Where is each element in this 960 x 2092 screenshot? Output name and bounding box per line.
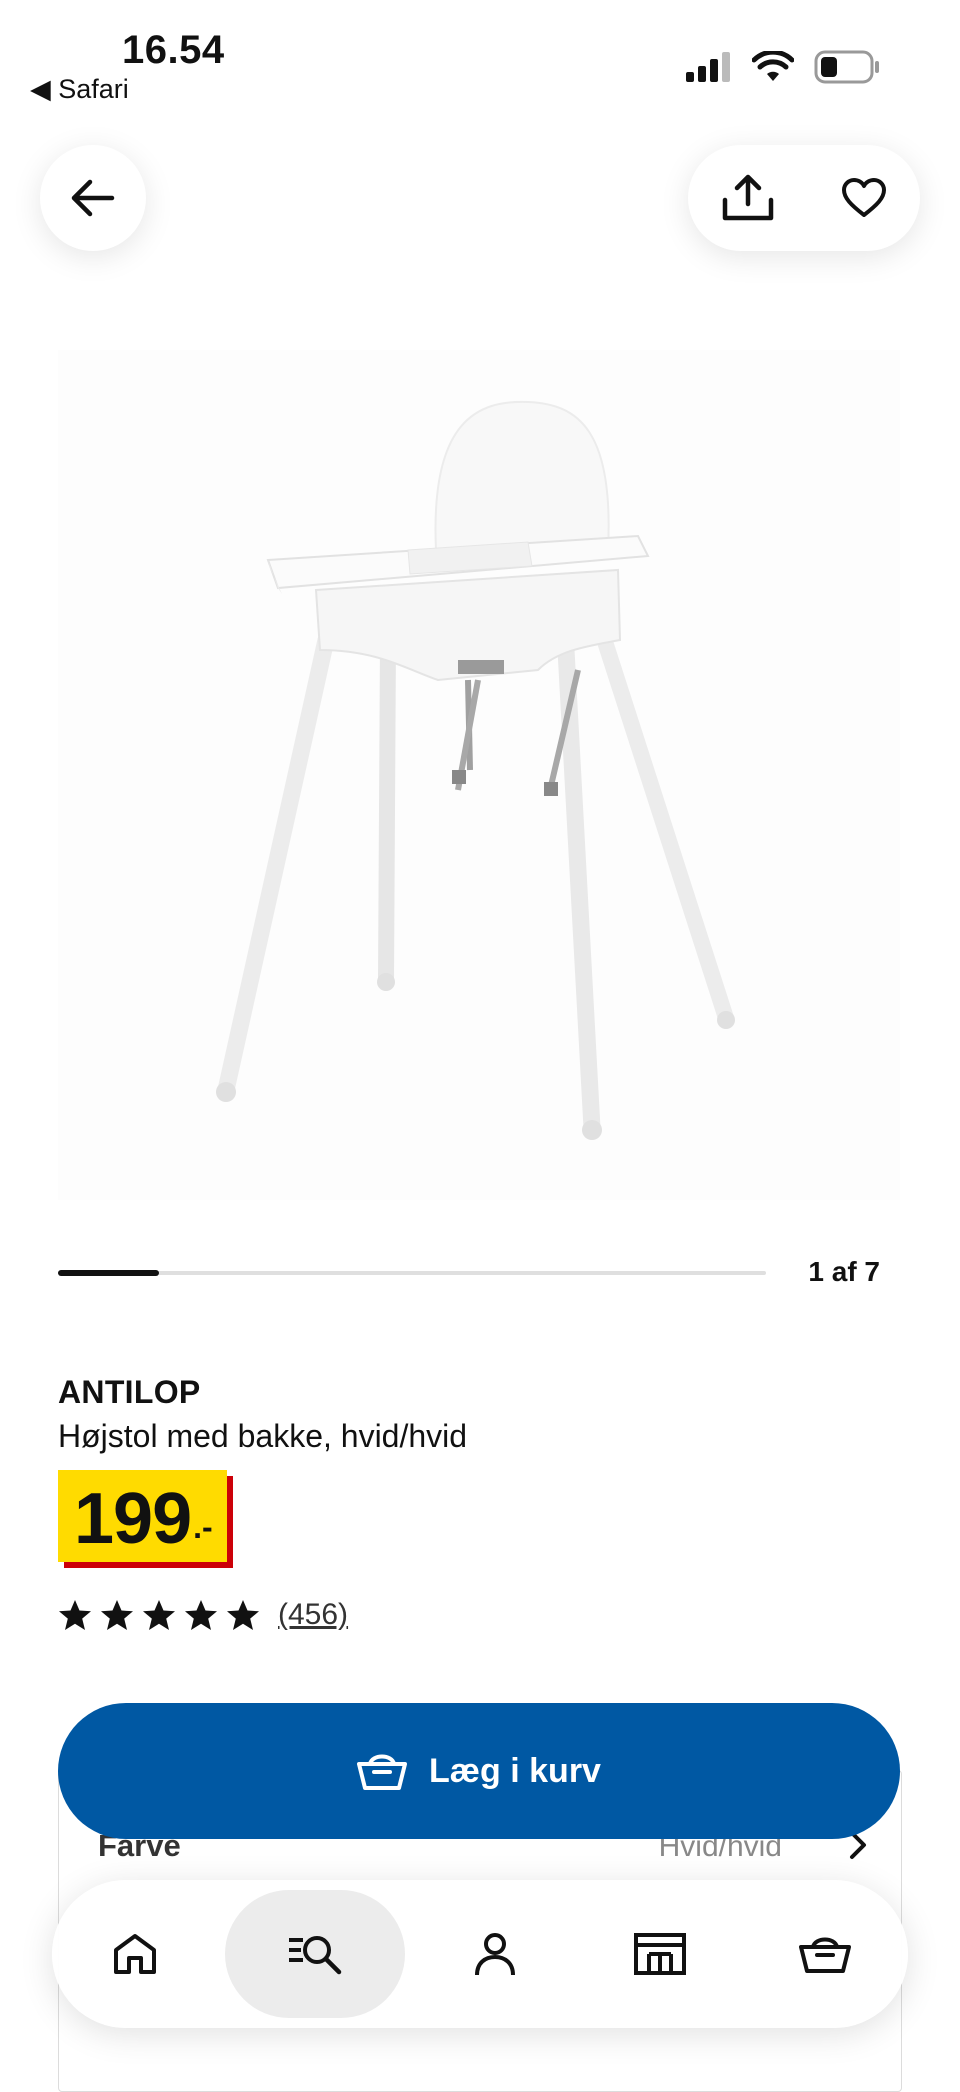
product-rating[interactable]: (456) <box>58 1598 348 1632</box>
image-pager-count: 1 af 7 <box>808 1256 880 1287</box>
share-icon <box>722 174 774 221</box>
favorite-button[interactable] <box>841 177 887 219</box>
high-chair-image <box>216 400 735 1140</box>
battery-icon <box>814 50 879 84</box>
nav-home[interactable] <box>60 1890 210 2018</box>
status-time: 16.54 <box>122 28 225 72</box>
nav-store[interactable] <box>585 1890 735 2018</box>
profile-icon <box>474 1933 515 1976</box>
bottom-navigation <box>52 1880 908 2028</box>
image-pager-track <box>58 1270 766 1276</box>
store-icon <box>634 1933 687 1975</box>
star-icon <box>101 1600 133 1630</box>
product-image[interactable] <box>58 350 900 1200</box>
status-indicators <box>686 50 880 84</box>
star-icon <box>185 1600 217 1630</box>
arrow-left-icon <box>71 179 115 217</box>
back-button[interactable] <box>40 145 146 251</box>
add-to-cart-button[interactable]: Læg i kurv <box>58 1703 900 1839</box>
share-button[interactable] <box>721 174 775 222</box>
price-integer: 199 <box>74 1479 192 1559</box>
search-list-icon <box>288 1936 342 1975</box>
basket-icon <box>357 1754 408 1790</box>
basket-icon <box>799 1937 852 1973</box>
price-decimal: .- <box>193 1509 213 1545</box>
star-icon <box>227 1600 259 1630</box>
nav-profile[interactable] <box>420 1890 570 2018</box>
wifi-icon <box>752 51 794 81</box>
back-to-safari-link[interactable]: ◀ Safari <box>30 74 129 105</box>
review-count-link[interactable]: (456) <box>278 1598 348 1632</box>
nav-cart[interactable] <box>750 1890 900 2018</box>
cellular-signal-icon <box>686 52 730 82</box>
product-description: Højstol med bakke, hvid/hvid <box>58 1418 468 1454</box>
price-tag: 199 .- <box>58 1470 227 1562</box>
home-icon <box>113 1934 156 1974</box>
star-icon <box>143 1600 175 1630</box>
nav-search[interactable] <box>224 1890 405 2018</box>
heart-icon <box>842 178 886 217</box>
image-pager-progress <box>58 1270 160 1276</box>
product-brand: ANTILOP <box>58 1374 201 1410</box>
header-actions <box>688 145 920 251</box>
add-to-cart-label: Læg i kurv <box>429 1751 601 1790</box>
star-icon <box>59 1600 91 1630</box>
